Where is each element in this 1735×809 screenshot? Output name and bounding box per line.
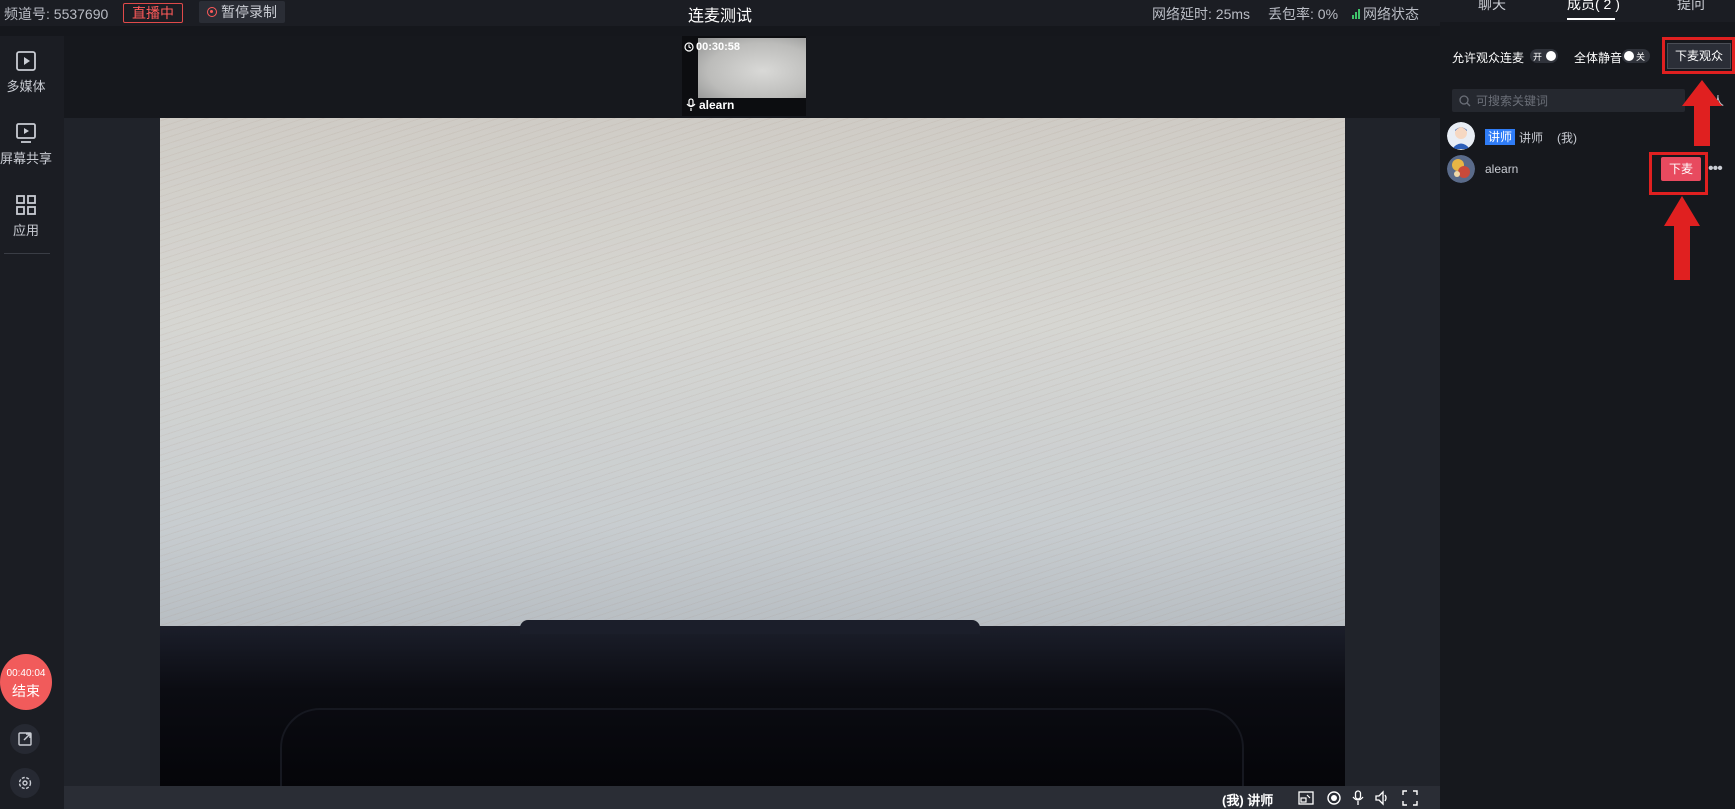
camera-icon[interactable] <box>1326 790 1342 806</box>
avatar-lecturer-icon <box>1447 122 1475 150</box>
member-name: 讲师 <box>1519 131 1544 145</box>
member-search[interactable] <box>1452 89 1685 112</box>
mute-all-label: 全体静音 <box>1574 51 1623 65</box>
toggle-knob <box>1546 51 1556 61</box>
end-live-label: 结束 <box>12 683 40 699</box>
allow-audience-mic-label: 允许观众连麦 <box>1452 51 1525 65</box>
allow-audience-mic-toggle[interactable]: 开 <box>1530 49 1558 63</box>
thumbnail-user: alearn <box>686 98 734 112</box>
network-latency: 网络延时: 25ms <box>1152 6 1251 22</box>
current-speaker-label: (我) 讲师 <box>1222 793 1274 808</box>
live-status-badge: 直播中 <box>123 3 183 23</box>
end-live-button[interactable]: 00:40:04 结束 <box>0 654 52 710</box>
main-video-feed[interactable] <box>160 118 1345 786</box>
thumbnail-username: alearn <box>699 98 735 112</box>
sidebar-item-multimedia[interactable]: 多媒体 <box>0 50 52 95</box>
packet-loss: 丢包率: 0% <box>1268 6 1339 22</box>
clock-icon <box>684 42 694 52</box>
active-tab-indicator <box>1567 18 1615 20</box>
pause-recording-label: 暂停录制 <box>221 4 277 20</box>
fullscreen-icon[interactable] <box>1402 790 1418 806</box>
annotation-arrow-up-icon <box>1664 196 1700 280</box>
microphone-icon[interactable] <box>1350 790 1366 806</box>
member-name: alearn <box>1485 162 1519 176</box>
signal-bars-icon <box>1352 9 1360 19</box>
gear-icon <box>18 776 32 790</box>
avatar <box>1447 155 1475 183</box>
search-icon <box>1459 94 1471 106</box>
tab-questions[interactable]: 提问 <box>1677 0 1705 14</box>
record-icon <box>207 7 217 17</box>
network-status-button[interactable]: 网络状态 <box>1352 4 1419 24</box>
camera-image-object <box>280 708 1244 786</box>
member-self-marker: (我) <box>1557 131 1577 145</box>
sidebar-item-label: 屏幕共享 <box>0 151 53 166</box>
annotation-arrow-up-icon <box>1682 80 1722 146</box>
sidebar-item-apps[interactable]: 应用 <box>0 194 52 239</box>
apps-grid-icon <box>16 195 36 215</box>
speaker-icon[interactable] <box>1374 790 1390 806</box>
tab-members[interactable]: 成员( 2 ) <box>1567 0 1620 14</box>
pause-recording-button[interactable]: 暂停录制 <box>199 1 285 23</box>
toggle-state-text: 关 <box>1636 52 1646 62</box>
sidebar-divider <box>4 253 50 254</box>
thumbnail-time-text: 00:30:58 <box>696 41 741 53</box>
annotation-highlight-box <box>1649 152 1708 195</box>
screen-share-icon <box>16 123 36 143</box>
microphone-icon <box>686 98 696 111</box>
live-duration: 00:40:04 <box>6 668 46 679</box>
avatar-user-icon <box>1447 155 1475 183</box>
channel-number: 频道号: 5537690 <box>4 6 109 22</box>
search-input[interactable] <box>1476 93 1676 108</box>
role-tag: 讲师 <box>1485 129 1516 145</box>
popout-button[interactable] <box>10 724 40 754</box>
camera-image-edge <box>520 620 980 634</box>
toggle-state-text: 开 <box>1533 52 1543 62</box>
sidebar-item-label: 多媒体 <box>6 79 46 94</box>
sidebar-item-screen-share[interactable]: 屏幕共享 <box>0 122 52 167</box>
mute-all-toggle[interactable]: 关 <box>1622 49 1650 63</box>
play-icon <box>16 51 36 71</box>
annotation-highlight-box <box>1662 37 1735 74</box>
more-options-icon[interactable]: ••• <box>1708 160 1723 178</box>
tab-chat[interactable]: 聊天 <box>1478 0 1506 14</box>
room-title: 连麦测试 <box>687 8 752 25</box>
avatar <box>1447 122 1475 150</box>
external-link-icon <box>18 732 32 746</box>
sidebar-item-label: 应用 <box>12 223 39 238</box>
network-status-label: 网络状态 <box>1363 6 1419 22</box>
camera-image-surface <box>160 118 1345 626</box>
thumbnail-timer: 00:30:58 <box>684 41 740 53</box>
settings-button[interactable] <box>10 768 40 798</box>
toggle-knob <box>1624 51 1634 61</box>
picture-in-picture-icon[interactable] <box>1298 790 1314 806</box>
